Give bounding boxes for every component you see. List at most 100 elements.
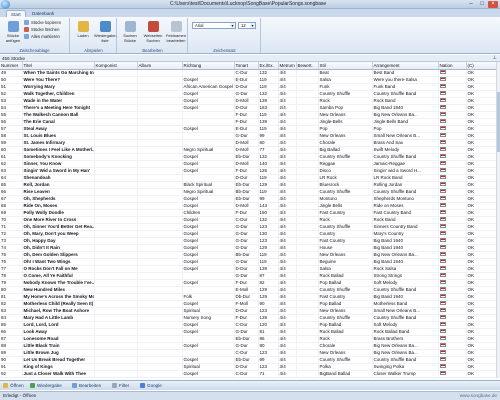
filter-nav-button[interactable]: Filter <box>112 382 129 390</box>
table-row[interactable]: 50 Were You There? Gospel E-Dur 119 4/4 Salsa W… <box>0 76 497 84</box>
table-row[interactable]: 76 Oh! I Want Two Wings Gospel G-Dur 119 4/4 B… <box>0 258 497 266</box>
table-row[interactable]: 86 Look Away Gospel G-Dur 81 4/4 Rock Ballad Ro… <box>0 328 497 336</box>
song-count: 456 Stücke <box>2 56 25 61</box>
table-row[interactable]: 62 Sinner, You Know Gospel D-Moll 140 4/4 Regg… <box>0 160 497 168</box>
table-row[interactable]: 68 Ride On, Moses Gospel D-Moll 143 4/4 Jingle… <box>0 202 497 210</box>
table-row[interactable]: 81 My Home's Across the Smoky Mo... Folk Db… <box>0 293 497 301</box>
table-row[interactable]: 85 Lord, Lord, Lord Gospel C-Dur 120 4/4 Pop B… <box>0 321 497 329</box>
table-row[interactable]: 87 Lonesome Road Eb-Dur 86 4/4 Rock Brass Brot… <box>0 335 497 343</box>
copy-songs-button[interactable]: Stücke kopieren <box>24 20 61 26</box>
table-row[interactable]: 90 Let Us Break Bread Together Gospel Eb-Du… <box>0 356 497 364</box>
select-all-button[interactable]: Alles markieren <box>24 34 60 40</box>
table-cell <box>296 349 319 357</box>
column-header[interactable]: Metrum <box>278 62 297 70</box>
column-header[interactable]: Titel <box>22 62 95 70</box>
table-row[interactable]: 79 Nobody Knows The Trouble I've... Gospel… <box>0 279 497 287</box>
table-row[interactable]: 64 Shenandoah D-Dur 119 4/4 LR Rock LR Rock Ba… <box>0 174 497 182</box>
table-row[interactable]: 92 Just a Closer Walk With Thee Gospel C-Du… <box>0 370 497 378</box>
table-row[interactable]: 69 Polly Wolly Doodle Children F-Dur 150 4/4 F… <box>0 209 497 217</box>
folder-icon <box>77 21 89 32</box>
close-button[interactable]: × <box>488 1 498 8</box>
table-row[interactable]: 59 St. James Infirmary D-Moll 80 4/4 Chorale B… <box>0 139 497 147</box>
table-row[interactable]: 78 O Come, All Ye Faithful G-Dur 87 4/4 Rock … <box>0 272 497 280</box>
font-size-select[interactable]: 12 ▾ <box>238 22 256 29</box>
table-row[interactable]: 83 Michael, Row The Boat Ashore Spiritual D… <box>0 307 497 315</box>
table-row[interactable]: 93Joshua Fought The Battle Of Jeri... Gos… <box>0 377 497 378</box>
column-header[interactable]: (C) <box>466 62 497 70</box>
table-row[interactable]: 89 Little Brown Jug C-Dur 123 4/4 New Orleans… <box>0 349 497 357</box>
table-row[interactable]: 75 Oh, Dem Golden Slippers Gospel Bb-Dur 119… <box>0 251 497 259</box>
table-row[interactable]: 72 Oh, Mary, Don't you Weep Gospel G-Dur 130… <box>0 230 497 238</box>
group-label: Zeichensatz <box>213 48 236 53</box>
column-header[interactable]: Arrangement <box>372 62 439 70</box>
table-row[interactable]: 77 O Rocks Don't Fall on Me Gospel D-Dur 139… <box>0 265 497 273</box>
add-songs-button[interactable]: Stücke anfügen <box>2 21 24 43</box>
group-label: Abspielen <box>84 48 103 53</box>
delete-songs-button[interactable]: Stücke löschen <box>24 27 59 33</box>
table-row[interactable]: 70 One More River to Cross Gospel C-Dur 132 4… <box>0 216 497 224</box>
table-row[interactable]: 71 Oh, Sinner You'd Better Get Rea... Gosp… <box>0 223 497 231</box>
column-header[interactable]: Album <box>137 62 183 70</box>
font-name-select[interactable]: Arial ▾ <box>192 22 236 29</box>
table-row[interactable]: 52 Walk Together, Children Gospel G-Dur 132 4… <box>0 90 497 98</box>
table-row[interactable]: 54 There's a Meeting Here Tonight Gospel D-… <box>0 104 497 112</box>
google-nav-button[interactable]: Google <box>140 382 162 390</box>
app-menu-orb-icon[interactable] <box>1 0 10 9</box>
table-row[interactable]: 82 Motherless Child (Really Seen It) Gospe… <box>0 300 497 308</box>
column-header[interactable]: Stil <box>318 62 373 70</box>
table-cell <box>438 286 467 294</box>
edit-fieldnames-button[interactable]: Feldnamen bearbeiten <box>165 21 187 43</box>
table-cell: 4/4 <box>278 132 297 140</box>
table-row[interactable]: 49 When The Saints Go Marching In C-Dur 132… <box>0 69 497 77</box>
tab-datenbank[interactable]: Datenbank <box>28 10 58 17</box>
table-row[interactable]: 73 Oh, Happy Day Gospel G-Dur 123 4/4 Fast Cou… <box>0 237 497 245</box>
column-header[interactable]: Nummer <box>0 62 23 70</box>
tab-start[interactable]: Start <box>6 10 26 17</box>
column-header[interactable]: Bewert. <box>296 62 319 70</box>
table-row[interactable]: 57 Steal Away Gospel E-Dur 119 4/4 Pop Pop OK <box>0 125 497 133</box>
table-cell: 70 <box>0 216 23 224</box>
table-row[interactable]: 63 Singin' Wid a Sword in My Han' Gospel F-… <box>0 167 497 175</box>
edit-nav-button[interactable]: Bearbeiten <box>72 382 101 390</box>
table-cell <box>296 76 319 84</box>
table-row[interactable]: 80 New Hundred Miles E-Moll 129 4/4 Country S… <box>0 286 497 294</box>
load-button[interactable]: Laden <box>72 21 94 43</box>
table-cell: 4/4 <box>278 83 297 91</box>
maximize-button[interactable]: □ <box>477 1 487 8</box>
search-songs-button[interactable]: Suchen Stücke <box>119 21 141 43</box>
table-cell: OK <box>466 111 497 119</box>
minimize-button[interactable]: – <box>466 1 476 8</box>
table-row[interactable]: 84 Mary Had A Little Lamb Nursery Song F-Du… <box>0 314 497 322</box>
column-header[interactable]: Richtung <box>182 62 235 70</box>
table-cell: Gospel <box>182 328 235 336</box>
pin-icon[interactable]: ⊥ <box>493 55 497 62</box>
table-cell <box>137 335 183 343</box>
table-row[interactable]: 88 Little Black Train Gospel G-Dur 80 4/4 Chor… <box>0 342 497 350</box>
table-row[interactable]: 67 Oh, Shepherds Gospel Eb-Dur 99 4/4 Montuno S… <box>0 195 497 203</box>
table-cell: D-Moll <box>234 139 259 147</box>
column-header[interactable]: Ex./Ex. <box>258 62 279 70</box>
playlist-button[interactable]: Wiedergabe-liste <box>94 21 117 43</box>
table-row[interactable]: 91 King of Kings Spiritual D-Dur 123 3/4 Polka… <box>0 363 497 371</box>
table-row[interactable]: 66 Rise Leaven Negro Spiritual Bb-Dur 119 4/4… <box>0 188 497 196</box>
table-row[interactable]: 74 Oh, Didn't It Rain Gospel G-Dur 129 4/4 Hou… <box>0 244 497 252</box>
table-row[interactable]: 61 Somebody's Knocking Gospel Eb-Dur 132 4/4 C… <box>0 153 497 161</box>
flag-icon <box>439 273 446 278</box>
column-header[interactable]: Nation <box>438 62 467 70</box>
table-row[interactable]: 65 Roll, Jordan Black Spiritual Eb-Dur 129 4/… <box>0 181 497 189</box>
table-row[interactable]: 56 The Erie Canal F-Dur 139 4/4 Jingle-Bells J… <box>0 118 497 126</box>
playback-nav-button[interactable]: Wiedergabe <box>30 382 62 390</box>
table-cell <box>94 118 138 126</box>
open-nav-button[interactable]: Öffnen <box>3 382 24 390</box>
vertical-scrollbar[interactable] <box>496 62 500 378</box>
table-cell: 123 <box>258 363 279 371</box>
table-row[interactable]: 58 St. Louis Blues G-Dur 99 4/4 New Orleans Sm… <box>0 132 497 140</box>
table-row[interactable]: 53 Wade in the Water Gospel D-Moll 139 4/4 Roc… <box>0 97 497 105</box>
web-search-button[interactable]: Webseiten Suchen <box>142 21 164 43</box>
table-row[interactable]: 51 Worrying Mary African American Gospel D-… <box>0 83 497 91</box>
column-header[interactable]: Komponist <box>94 62 138 70</box>
table-cell: Reggae <box>318 160 373 168</box>
table-row[interactable]: 60 Sometimes I Feel Like A Motherl... Negr… <box>0 146 497 154</box>
column-header[interactable]: Tonart <box>234 62 259 70</box>
table-row[interactable]: 55 The Walkech Cannon Ball F-Dur 119 4/4 New … <box>0 111 497 119</box>
